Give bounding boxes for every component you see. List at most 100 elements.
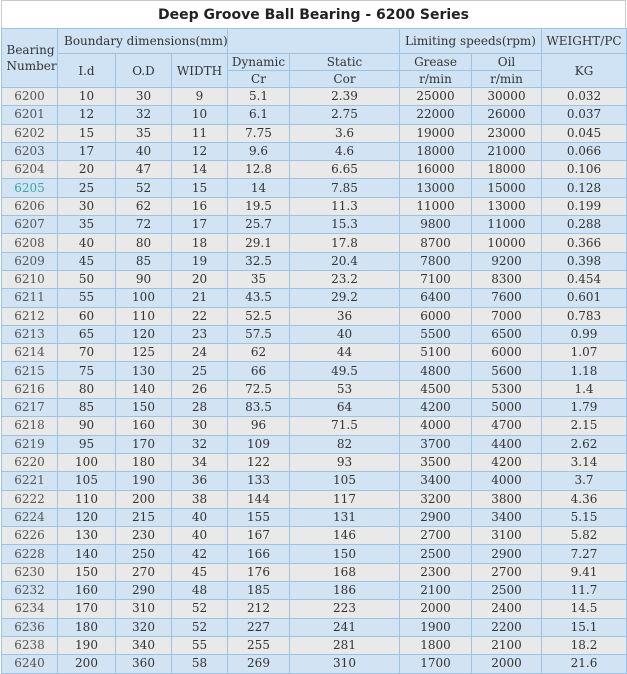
cell-static-cor: 44 [289, 343, 400, 363]
cell-od: 85 [115, 251, 172, 271]
cell-id: 140 [57, 544, 116, 564]
cell-static-cor: 310 [289, 654, 400, 674]
cell-dynamic-cr: 212 [227, 599, 290, 619]
cell-id: 170 [57, 599, 116, 619]
cell-weight: 5.15 [541, 507, 627, 528]
cell-width: 28 [171, 398, 228, 418]
cell-weight: 0.601 [541, 288, 627, 308]
cell-oil-speed: 3100 [470, 526, 543, 546]
cell-dynamic-cr: 19.5 [227, 196, 290, 217]
table-row: 6222 110 200 38 144 117 3200 3800 4.36 [1, 489, 627, 509]
cell-grease-speed: 4000 [399, 416, 472, 436]
cell-od: 200 [115, 489, 172, 509]
cell-weight: 14.5 [541, 599, 627, 619]
cell-static-cor: 49.5 [289, 361, 400, 381]
cell-width: 30 [171, 416, 228, 436]
table-row: 6203 17 40 12 9.6 4.6 18000 21000 0.066 [1, 141, 627, 162]
cell-od: 290 [115, 581, 172, 601]
cell-grease-speed: 7800 [399, 251, 472, 271]
table-row: 6232 160 290 48 185 186 2100 2500 11.7 [1, 581, 627, 601]
cell-static-cor: 71.5 [289, 416, 400, 436]
cell-bearing-number: 6205 [1, 178, 58, 198]
cell-bearing-number: 6238 [1, 635, 58, 656]
cell-dynamic-cr: 255 [227, 635, 290, 656]
cell-weight: 2.62 [541, 434, 627, 454]
cell-weight: 18.2 [541, 635, 627, 656]
header-oil-unit: r/min [470, 70, 543, 88]
table-row: 6216 80 140 26 72.5 53 4500 5300 1.4 [1, 379, 627, 400]
cell-width: 58 [171, 654, 228, 674]
cell-grease-speed: 19000 [399, 123, 472, 143]
header-limiting-speeds: Limiting speeds(rpm) [398, 28, 543, 54]
cell-dynamic-cr: 52.5 [227, 306, 290, 326]
cell-static-cor: 6.65 [289, 160, 400, 180]
cell-oil-speed: 4000 [470, 471, 543, 491]
cell-grease-speed: 4800 [399, 361, 472, 381]
table-row: 6219 95 170 32 109 82 3700 4400 2.62 [1, 434, 627, 454]
cell-id: 12 [57, 105, 116, 125]
cell-od: 270 [115, 562, 172, 583]
cell-width: 25 [171, 361, 228, 381]
cell-od: 40 [115, 141, 172, 162]
cell-bearing-number: 6213 [1, 324, 58, 345]
cell-od: 180 [115, 452, 172, 473]
cell-grease-speed: 4500 [399, 379, 472, 400]
cell-weight: 0.032 [541, 86, 627, 107]
cell-bearing-number: 6207 [1, 215, 58, 235]
cell-dynamic-cr: 122 [227, 452, 290, 473]
cell-id: 100 [57, 452, 116, 473]
cell-oil-speed: 3400 [470, 507, 543, 528]
cell-weight: 5.82 [541, 526, 627, 546]
cell-width: 14 [171, 160, 228, 180]
header-load-blank [227, 28, 400, 54]
cell-id: 200 [57, 654, 116, 674]
cell-dynamic-cr: 133 [227, 471, 290, 491]
cell-static-cor: 150 [289, 544, 400, 564]
cell-weight: 15.1 [541, 617, 627, 637]
cell-weight: 7.27 [541, 544, 627, 564]
header-weight: WEIGHT/PC [541, 28, 627, 54]
table-row: 6240 200 360 58 269 310 1700 2000 21.6 [1, 654, 627, 674]
cell-id: 35 [57, 215, 116, 235]
cell-od: 110 [115, 306, 172, 326]
cell-bearing-number: 6230 [1, 562, 58, 583]
cell-bearing-number: 6232 [1, 581, 58, 601]
cell-id: 60 [57, 306, 116, 326]
cell-oil-speed: 2400 [470, 599, 543, 619]
cell-static-cor: 53 [289, 379, 400, 400]
cell-weight: 0.99 [541, 324, 627, 345]
cell-od: 340 [115, 635, 172, 656]
cell-width: 19 [171, 251, 228, 271]
table-row: 6228 140 250 42 166 150 2500 2900 7.27 [1, 544, 627, 564]
cell-dynamic-cr: 269 [227, 654, 290, 674]
cell-oil-speed: 2000 [470, 654, 543, 674]
cell-oil-speed: 10000 [470, 233, 543, 253]
cell-grease-speed: 13000 [399, 178, 472, 198]
table-row: 6221 105 190 36 133 105 3400 4000 3.7 [1, 471, 627, 491]
header-od: O.D [115, 53, 172, 88]
cell-grease-speed: 7100 [399, 269, 472, 290]
cell-od: 250 [115, 544, 172, 564]
cell-grease-speed: 1900 [399, 617, 472, 637]
cell-weight: 1.18 [541, 361, 627, 381]
cell-grease-speed: 4200 [399, 398, 472, 418]
cell-bearing-number: 6201 [1, 105, 58, 125]
table-row: 6226 130 230 40 167 146 2700 3100 5.82 [1, 526, 627, 546]
cell-bearing-number: 6214 [1, 343, 58, 363]
cell-bearing-number: 6215 [1, 361, 58, 381]
cell-oil-speed: 4400 [470, 434, 543, 454]
cell-bearing-number: 6217 [1, 398, 58, 418]
cell-static-cor: 105 [289, 471, 400, 491]
cell-bearing-number: 6206 [1, 196, 58, 217]
cell-weight: 3.7 [541, 471, 627, 491]
cell-od: 360 [115, 654, 172, 674]
bearing-spec-table: Bearing Number Boundary dimensions(mm) L… [1, 28, 627, 674]
cell-width: 9 [171, 86, 228, 107]
cell-width: 24 [171, 343, 228, 363]
cell-bearing-number: 6220 [1, 452, 58, 473]
cell-od: 72 [115, 215, 172, 235]
cell-dynamic-cr: 29.1 [227, 233, 290, 253]
cell-grease-speed: 3400 [399, 471, 472, 491]
cell-weight: 0.366 [541, 233, 627, 253]
cell-grease-speed: 3200 [399, 489, 472, 509]
